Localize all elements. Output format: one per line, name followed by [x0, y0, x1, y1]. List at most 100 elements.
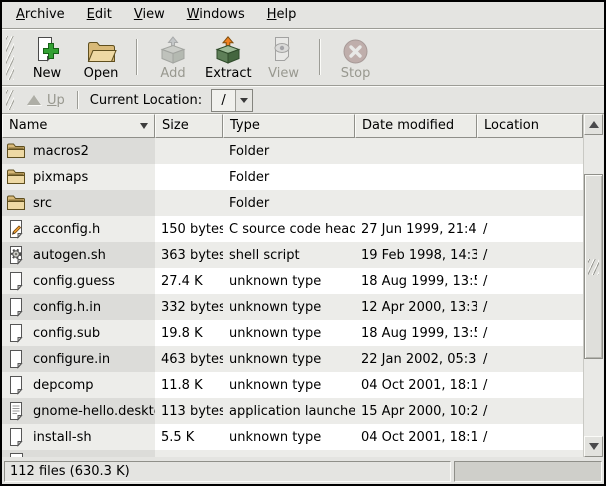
file-name: config.h.in [33, 300, 101, 315]
launcher-file-icon [6, 401, 26, 421]
new-button[interactable]: New [20, 31, 74, 83]
open-button[interactable]: Open [74, 31, 128, 83]
file-table: Name Size Type Date modified Location ma… [2, 114, 604, 457]
cell-date-modified: 12 Apr 2000, 13:36 [355, 294, 477, 320]
extract-button[interactable]: Extract [200, 31, 257, 83]
cell-location: / [477, 320, 583, 346]
menu-edit[interactable]: Edit [76, 3, 123, 27]
file-name: config.guess [33, 274, 115, 289]
file-name: pixmaps [33, 170, 88, 185]
table-row[interactable]: depcomp11.8 Kunknown type04 Oct 2001, 18… [2, 372, 583, 398]
file-name: install-sh [33, 430, 92, 445]
view-button[interactable]: View [257, 31, 311, 83]
file-name: autogen.sh [33, 248, 106, 263]
column-header-location[interactable]: Location [477, 114, 583, 138]
open-folder-icon [86, 34, 117, 65]
location-dropdown-button[interactable] [235, 90, 252, 111]
cell-size: 150 bytes [155, 216, 223, 242]
cell-location: / [477, 372, 583, 398]
folder-icon [6, 193, 26, 213]
location-bar-drag-handle[interactable] [6, 90, 14, 110]
open-button-label: Open [84, 66, 119, 81]
vertical-scrollbar [583, 114, 603, 457]
table-row[interactable]: config.sub19.8 Kunknown type18 Aug 1999,… [2, 320, 583, 346]
toolbar-separator [136, 39, 138, 75]
file-name: config.sub [33, 326, 100, 341]
table-row[interactable]: config.guess27.4 Kunknown type18 Aug 199… [2, 268, 583, 294]
column-header-name-label: Name [9, 118, 47, 133]
cell-type: unknown type [223, 346, 355, 372]
menu-help[interactable]: Help [256, 3, 308, 27]
extract-icon [214, 34, 242, 65]
add-button[interactable]: Add [146, 31, 200, 83]
cell-size [155, 190, 223, 216]
file-name: gnome-hello.desktop [33, 404, 155, 419]
new-archive-icon [33, 34, 61, 65]
table-row[interactable]: acconfig.h150 bytesC source code header2… [2, 216, 583, 242]
cell-size: 332 bytes [155, 294, 223, 320]
table-row[interactable]: config.h.in332 bytesunknown type12 Apr 2… [2, 294, 583, 320]
file-name: src [33, 196, 52, 211]
cell-size: 19.8 K [155, 320, 223, 346]
cell-location: / [477, 268, 583, 294]
location-dropdown[interactable]: / [211, 89, 253, 112]
cell-date-modified [355, 138, 477, 164]
table-row[interactable]: srcFolder [2, 190, 583, 216]
table-row[interactable]: install-sh5.5 Kunknown type04 Oct 2001, … [2, 424, 583, 450]
scroll-up-icon [589, 121, 599, 128]
cell-location [477, 138, 583, 164]
file-name: configure.in [33, 352, 110, 367]
menu-archive[interactable]: Archive [5, 3, 76, 27]
cell-date-modified: 18 Aug 1999, 13:53 [355, 320, 477, 346]
location-dropdown-value: / [212, 90, 235, 111]
column-header-type[interactable]: Type [223, 114, 355, 138]
stop-button-label: Stop [341, 66, 371, 81]
cell-name: pixmaps [2, 164, 155, 190]
current-location-label: Current Location: [90, 93, 202, 108]
add-button-label: Add [160, 66, 185, 81]
table-row[interactable]: pixmaps Folder [2, 164, 583, 190]
document-icon [6, 427, 26, 447]
column-header-name[interactable]: Name [2, 114, 155, 138]
document-icon [6, 297, 26, 317]
cell-location: / [477, 424, 583, 450]
table-row[interactable]: autogen.sh363 bytesshell script19 Feb 19… [2, 242, 583, 268]
cell-size: 27.4 K [155, 268, 223, 294]
cell-location: / [477, 242, 583, 268]
scrollbar-grip [588, 259, 599, 275]
script-file-icon [6, 245, 26, 265]
folder-icon [6, 141, 26, 161]
cell-size: 5.5 K [155, 424, 223, 450]
column-header-size[interactable]: Size [155, 114, 223, 138]
stop-button[interactable]: Stop [329, 31, 383, 83]
scroll-up-button[interactable] [584, 114, 603, 135]
scroll-down-icon [589, 443, 599, 450]
cell-size: 463 bytes [155, 346, 223, 372]
sort-descending-icon [140, 123, 148, 129]
scrollbar-thumb[interactable] [584, 174, 603, 359]
table-row[interactable]: configure.in463 bytesunknown type22 Jan … [2, 346, 583, 372]
cell-type: C source code header [223, 216, 355, 242]
menu-view[interactable]: View [123, 3, 176, 27]
file-name: depcomp [33, 378, 94, 393]
toolbar-separator [319, 39, 321, 75]
file-name: acconfig.h [33, 222, 100, 237]
table-row[interactable]: gnome-hello.desktop113 bytesapplication … [2, 398, 583, 424]
column-header-date-modified[interactable]: Date modified [355, 114, 477, 138]
table-row[interactable]: macros2Folder [2, 138, 583, 164]
cell-type: Folder [223, 164, 355, 190]
scroll-down-button[interactable] [584, 436, 603, 457]
file-list: macros2Folder pixmaps FoldersrcFolder accon… [2, 138, 583, 457]
cell-location [477, 164, 583, 190]
toolbar-drag-handle[interactable] [6, 36, 14, 80]
cell-date-modified: 04 Oct 2001, 18:12 [355, 372, 477, 398]
toolbar: New Open Add [2, 29, 604, 86]
scrollbar-trough[interactable] [584, 135, 603, 436]
cell-type: unknown type [223, 268, 355, 294]
file-name: macros2 [33, 144, 89, 159]
up-button[interactable]: Up [20, 90, 72, 111]
view-button-label: View [268, 66, 299, 81]
menu-windows[interactable]: Windows [176, 3, 256, 27]
cell-location [477, 190, 583, 216]
location-bar: Up Current Location: / [2, 86, 604, 114]
